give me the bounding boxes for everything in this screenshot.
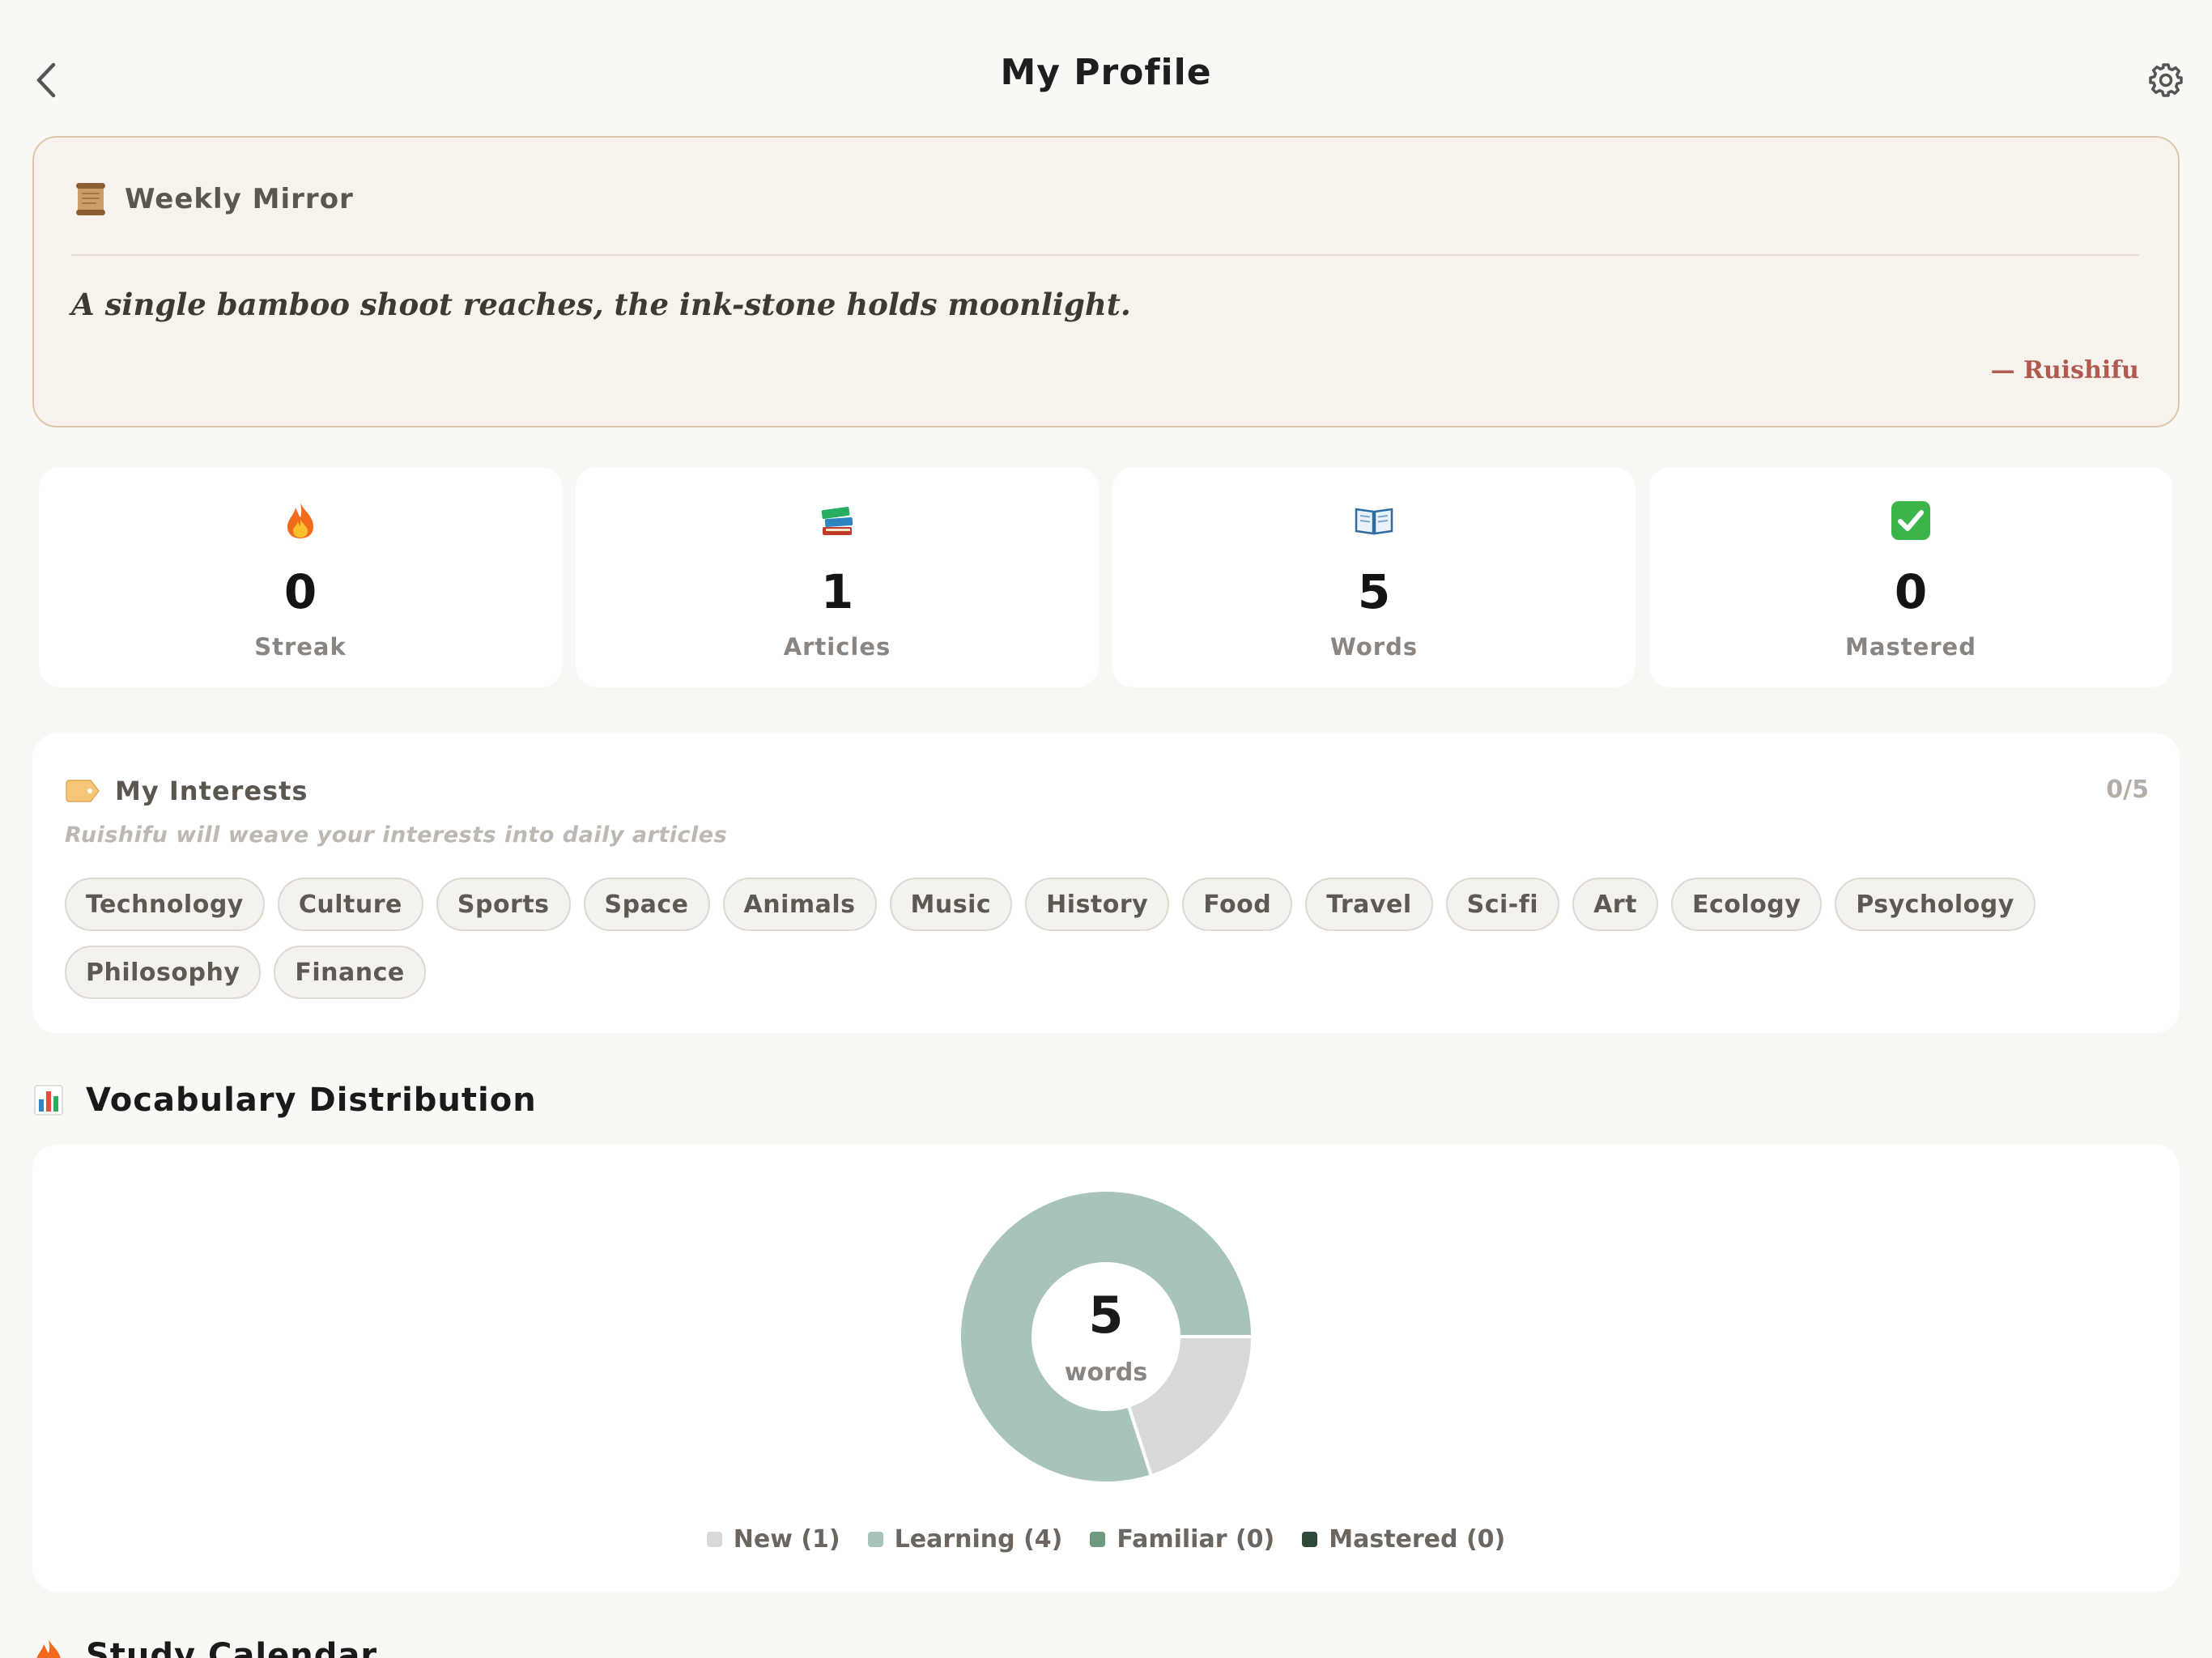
chart-legend: New (1) Learning (4) Familiar (0) Master…: [32, 1525, 2180, 1554]
interests-header: My Interests: [65, 776, 308, 806]
interest-chip[interactable]: Sports: [436, 878, 571, 931]
study-calendar-header: Study Calendar: [34, 1637, 377, 1658]
fire-icon: [36, 1639, 61, 1658]
tag-icon: [66, 780, 100, 802]
profile-page: My Profile Weekly Mirror A single bamboo…: [0, 0, 2212, 1658]
interests-title: My Interests: [115, 776, 308, 806]
vocabulary-header: Vocabulary Distribution: [34, 1082, 537, 1119]
stat-card-articles: 1 Articles: [576, 467, 1099, 687]
top-bar: My Profile: [0, 0, 2212, 134]
interests-count: 0/5: [2106, 776, 2149, 804]
legend-label: Familiar (0): [1117, 1525, 1275, 1554]
stat-label: Streak: [254, 633, 347, 661]
settings-button[interactable]: [2136, 50, 2196, 110]
interest-chip[interactable]: Animals: [722, 878, 877, 931]
weekly-mirror-card: Weekly Mirror A single bamboo shoot reac…: [32, 136, 2180, 427]
weekly-mirror-title: Weekly Mirror: [125, 183, 354, 215]
open-book-icon: [1355, 508, 1393, 535]
gear-icon: [2149, 63, 2183, 97]
interests-subtitle: Ruishifu will weave your interests into …: [65, 823, 728, 848]
interest-chip[interactable]: Culture: [277, 878, 423, 931]
legend-swatch: [1090, 1532, 1106, 1547]
stat-card-streak: 0 Streak: [39, 467, 562, 687]
donut-total: 5: [1088, 1286, 1124, 1345]
legend-label: Learning (4): [894, 1525, 1063, 1554]
interest-chip[interactable]: History: [1025, 878, 1170, 931]
stat-card-words: 5 Words: [1112, 467, 1636, 687]
divider: [71, 254, 2139, 256]
legend-item-new: New (1): [706, 1525, 840, 1554]
vocabulary-title: Vocabulary Distribution: [86, 1082, 537, 1119]
interest-chip[interactable]: Finance: [274, 946, 426, 999]
fire-icon: [287, 503, 313, 538]
legend-swatch: [1302, 1532, 1318, 1547]
interest-chip[interactable]: Space: [583, 878, 710, 931]
interests-card: My Interests 0/5 Ruishifu will weave you…: [32, 733, 2180, 1033]
interest-chip[interactable]: Food: [1182, 878, 1293, 931]
donut-center: 5 words: [958, 1188, 1254, 1485]
stat-card-mastered: 0 Mastered: [1649, 467, 2172, 687]
legend-label: Mastered (0): [1329, 1525, 1506, 1554]
interest-tags: Technology Culture Sports Space Animals …: [65, 878, 2170, 999]
legend-item-familiar: Familiar (0): [1090, 1525, 1274, 1554]
page-title: My Profile: [1000, 52, 1212, 93]
legend-label: New (1): [733, 1525, 840, 1554]
legend-item-learning: Learning (4): [867, 1525, 1063, 1554]
legend-item-mastered: Mastered (0): [1302, 1525, 1505, 1554]
scroll-icon: [76, 183, 105, 215]
interest-chip[interactable]: Ecology: [1670, 878, 1823, 931]
interest-chip[interactable]: Art: [1572, 878, 1658, 931]
weekly-quote: A single bamboo shoot reaches, the ink-s…: [71, 287, 1131, 322]
donut-unit: words: [1064, 1358, 1148, 1387]
books-icon: [821, 506, 853, 535]
interest-chip[interactable]: Travel: [1305, 878, 1433, 931]
interest-chip[interactable]: Technology: [65, 878, 265, 931]
legend-swatch: [867, 1532, 883, 1547]
check-icon: [1891, 501, 1930, 540]
stat-label: Mastered: [1845, 633, 1976, 661]
interest-chip[interactable]: Music: [889, 878, 1013, 931]
vocabulary-card: 5 words New (1) Learning (4) Familiar (0…: [32, 1145, 2180, 1592]
interest-chip[interactable]: Philosophy: [65, 946, 262, 999]
stat-value: 0: [283, 564, 317, 619]
bar-chart-icon: [34, 1085, 63, 1116]
weekly-mirror-header: Weekly Mirror: [74, 181, 354, 217]
stat-value: 0: [1894, 564, 1928, 619]
stat-value: 1: [820, 564, 854, 619]
stat-value: 5: [1357, 564, 1391, 619]
stat-label: Words: [1329, 633, 1419, 661]
stat-label: Articles: [783, 633, 891, 661]
quote-author: — Ruishifu: [1990, 356, 2139, 385]
legend-swatch: [706, 1532, 722, 1547]
study-calendar-title: Study Calendar: [86, 1637, 378, 1658]
interest-chip[interactable]: Sci-fi: [1445, 878, 1560, 931]
interest-chip[interactable]: Psychology: [1835, 878, 2035, 931]
